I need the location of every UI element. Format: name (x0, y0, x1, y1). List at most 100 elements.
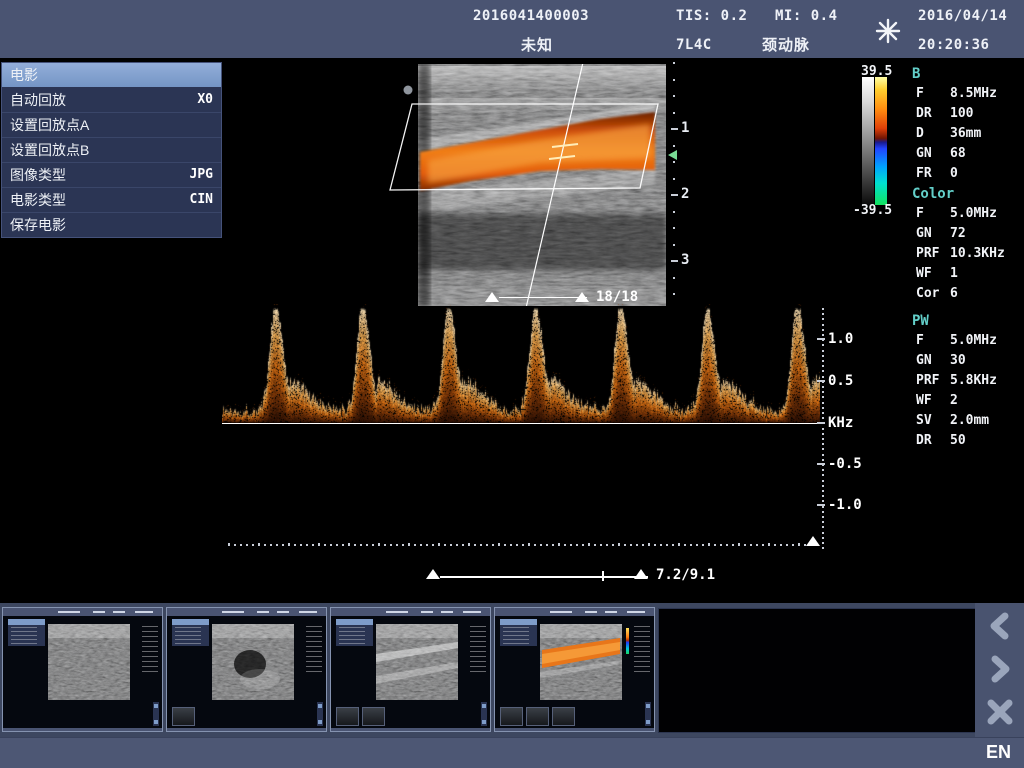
thumb-sub-thumbnail (552, 707, 575, 726)
loop-start-marker[interactable] (426, 569, 440, 579)
time-dot (408, 543, 410, 546)
menu-item-1[interactable]: 自动回放X0 (2, 88, 221, 113)
thumb-image (540, 624, 622, 700)
thumbnail-4-color-doppler[interactable] (494, 607, 655, 732)
axis-label: 1.0 (828, 331, 853, 347)
loop-progress-bar[interactable] (440, 576, 648, 578)
param-value: 2 (950, 391, 1022, 411)
time-dot (396, 544, 398, 546)
menu-item-0[interactable]: 电影 (2, 63, 221, 88)
menu-item-2[interactable]: 设置回放点A (2, 113, 221, 138)
filmstrip-prev-icon[interactable] (985, 612, 1015, 640)
time-dot (360, 544, 362, 546)
menu-item-label: 设置回放点A (10, 113, 89, 137)
mi-readout: MI: 0.4 (775, 8, 838, 24)
language-indicator[interactable]: EN (986, 742, 1011, 763)
depth-major-tick (671, 128, 678, 130)
axis-major-tick (817, 422, 825, 424)
time-dot (282, 544, 284, 546)
depth-minor-tick (673, 145, 675, 147)
axis-major-tick (817, 338, 825, 340)
param-value: 1 (950, 264, 1022, 284)
depth-minor-tick (673, 62, 675, 64)
depth-minor-tick (673, 79, 675, 81)
thumbnail-2-bmode-blob[interactable] (166, 607, 327, 732)
param-row: F8.5MHz (910, 84, 1022, 104)
param-label: GN (910, 224, 950, 244)
axis-dot (822, 433, 824, 435)
time-dot (516, 544, 518, 546)
param-value: 36mm (950, 124, 1022, 144)
thumbnail-filmstrip (0, 603, 1024, 737)
axis-dot (822, 376, 824, 378)
time-dot (456, 544, 458, 546)
menu-item-label: 电影类型 (10, 188, 66, 212)
time-dot (438, 543, 440, 546)
axis-dot (822, 542, 824, 544)
param-row: GN68 (910, 144, 1022, 164)
axis-dot (822, 407, 824, 409)
time-dot (366, 544, 368, 546)
depth-major-tick (671, 260, 678, 262)
menu-item-3[interactable]: 设置回放点B (2, 138, 221, 163)
param-row: F5.0MHz (910, 331, 1022, 351)
time-dot (690, 544, 692, 546)
time-dot (252, 544, 254, 546)
param-value: 72 (950, 224, 1022, 244)
axis-dot (822, 308, 824, 310)
focus-position-marker[interactable] (668, 150, 677, 160)
time-dot (468, 543, 470, 546)
thumb-scrollbar (153, 702, 159, 726)
time-dot (612, 544, 614, 546)
time-dot (372, 544, 374, 546)
menu-item-label: 电影 (10, 63, 38, 87)
time-dot (798, 543, 800, 546)
menu-item-6[interactable]: 保存电影 (2, 213, 221, 237)
cine-marker-b[interactable] (575, 292, 589, 302)
menu-item-4[interactable]: 图像类型JPG (2, 163, 221, 188)
time-dot (672, 544, 674, 546)
axis-dot (822, 485, 824, 487)
param-label: F (910, 84, 950, 104)
axis-dot (822, 412, 824, 414)
axis-dot (822, 547, 824, 549)
time-dot (288, 543, 290, 546)
system-taskbar: EN (0, 737, 1024, 768)
thumbnail-3-bmode-layers[interactable] (330, 607, 491, 732)
time-dot (312, 544, 314, 546)
param-row: WF1 (910, 264, 1022, 284)
thumb-params (142, 626, 158, 672)
thumb-image (376, 624, 458, 700)
thumbnail-1-bmode-plain[interactable] (2, 607, 163, 732)
time-dot (738, 543, 740, 546)
time-dot (378, 543, 380, 546)
time-dot (774, 544, 776, 546)
time-dot (234, 544, 236, 546)
axis-dot (822, 360, 824, 362)
thumb-taskbar (167, 728, 326, 731)
imaging-parameters-panel: BF8.5MHzDR100D36mmGN68FR0ColorF5.0MHzGN7… (910, 64, 1022, 451)
param-label: WF (910, 391, 950, 411)
freeze-snowflake-icon (875, 18, 901, 44)
patient-name: 未知 (521, 34, 553, 55)
param-row: SV2.0mm (910, 411, 1022, 431)
filmstrip-next-icon[interactable] (985, 655, 1015, 683)
param-section-header-pw: PW (910, 311, 1022, 331)
param-label: F (910, 204, 950, 224)
cine-scrubber[interactable] (499, 297, 587, 298)
thumb-menu (500, 619, 537, 646)
param-value: 5.8KHz (950, 371, 1022, 391)
time-dot (588, 543, 590, 546)
probe-name: 7L4C (676, 37, 712, 53)
menu-item-5[interactable]: 电影类型CIN (2, 188, 221, 213)
loop-end-marker[interactable] (634, 569, 648, 579)
axis-major-tick (817, 504, 825, 506)
depth-minor-tick (673, 95, 675, 97)
filmstrip-close-icon[interactable] (985, 698, 1015, 726)
axis-dot (822, 521, 824, 523)
time-dot (768, 543, 770, 546)
spectrum-baseline (222, 423, 820, 424)
cine-marker-a[interactable] (485, 292, 499, 302)
thumb-sub-thumbnail (362, 707, 385, 726)
thumb-sub-thumbnail (336, 707, 359, 726)
